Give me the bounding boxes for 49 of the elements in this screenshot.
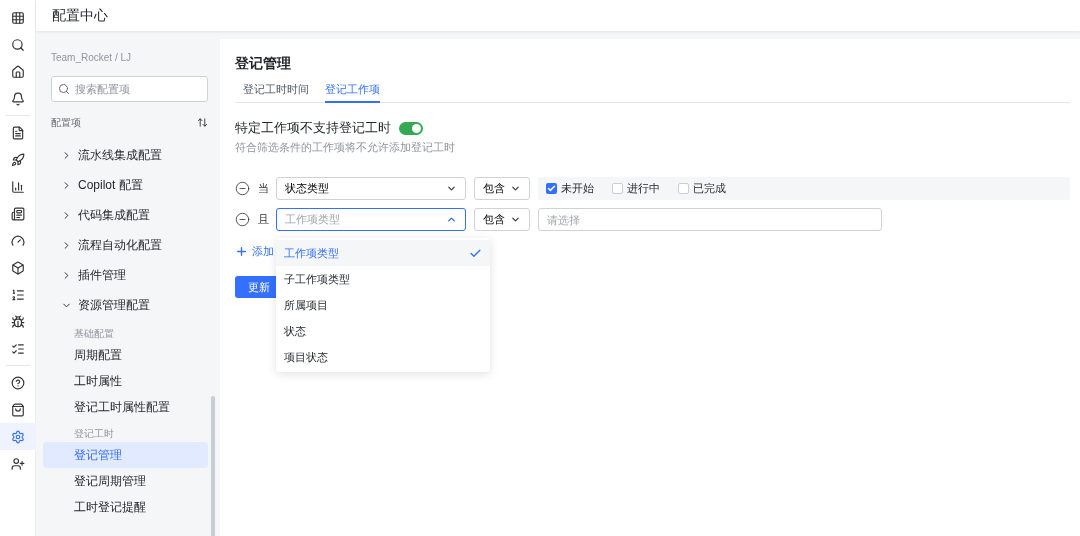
search-icon	[58, 83, 70, 95]
operator-select[interactable]: 包含	[474, 177, 530, 200]
tree-item[interactable]: 代码集成配置	[51, 200, 208, 230]
menu-item[interactable]: 登记管理	[43, 442, 208, 468]
search-field[interactable]: 搜索配置项	[51, 76, 208, 102]
group-label: 登记工时	[73, 427, 115, 441]
app-title: 配置中心	[52, 6, 108, 25]
plus-icon	[235, 244, 248, 258]
dropdown-option[interactable]: 状态	[276, 318, 490, 344]
settings-icon[interactable]	[0, 423, 36, 450]
toggle-switch[interactable]	[399, 121, 423, 135]
dropdown-option[interactable]: 工作项类型	[276, 240, 490, 266]
operator-select[interactable]: 包含	[474, 208, 530, 231]
sort-icon[interactable]	[197, 116, 208, 128]
tree-item[interactable]: 资源管理配置	[51, 290, 208, 320]
group-label: 基础配置	[73, 327, 115, 341]
tree-item[interactable]: 插件管理	[51, 260, 208, 290]
breadcrumb: Team_Rocket / LJ	[51, 51, 133, 65]
add-condition-link[interactable]: 添加	[235, 243, 274, 259]
checkbox[interactable]: 进行中	[612, 180, 660, 197]
page-title: 登记管理	[235, 55, 292, 71]
menu-item[interactable]: 登记工时属性配置	[43, 394, 208, 420]
field-select[interactable]: 状态类型	[276, 177, 466, 200]
section-label: 配置项	[51, 115, 81, 130]
setting-description: 符合筛选条件的工作项将不允许添加登记工时	[235, 140, 456, 155]
remove-icon[interactable]	[235, 181, 250, 196]
chevron-up-icon	[446, 214, 457, 225]
chevron-down-icon	[510, 183, 521, 194]
tree-item[interactable]: 流水线集成配置	[51, 140, 208, 170]
setting-title: 特定工作项不支持登记工时	[235, 119, 391, 138]
menu-item[interactable]: 周期配置	[43, 342, 208, 368]
chevron-down-icon	[446, 183, 457, 194]
menu-item[interactable]: 登记周期管理	[43, 468, 208, 494]
check-icon	[547, 184, 556, 193]
scrollbar[interactable]	[211, 396, 215, 536]
connector-label: 且	[256, 212, 270, 228]
menu-item[interactable]: 工时属性	[43, 368, 208, 394]
tab[interactable]: 登记工时时间	[243, 77, 309, 103]
tab[interactable]: 登记工作项	[325, 77, 380, 103]
connector-label: 当	[256, 181, 270, 197]
checkbox[interactable]: 未开始	[546, 180, 594, 197]
tree-item[interactable]: Copilot 配置	[51, 170, 208, 200]
value-select[interactable]: 请选择	[538, 208, 882, 231]
dropdown-option[interactable]: 项目状态	[276, 344, 490, 370]
tree-item[interactable]: 流程自动化配置	[51, 230, 208, 260]
remove-icon[interactable]	[235, 212, 250, 227]
menu-item[interactable]: 工时登记提醒	[43, 494, 208, 520]
chevron-down-icon	[510, 214, 521, 225]
checkbox[interactable]: 已完成	[678, 180, 726, 197]
